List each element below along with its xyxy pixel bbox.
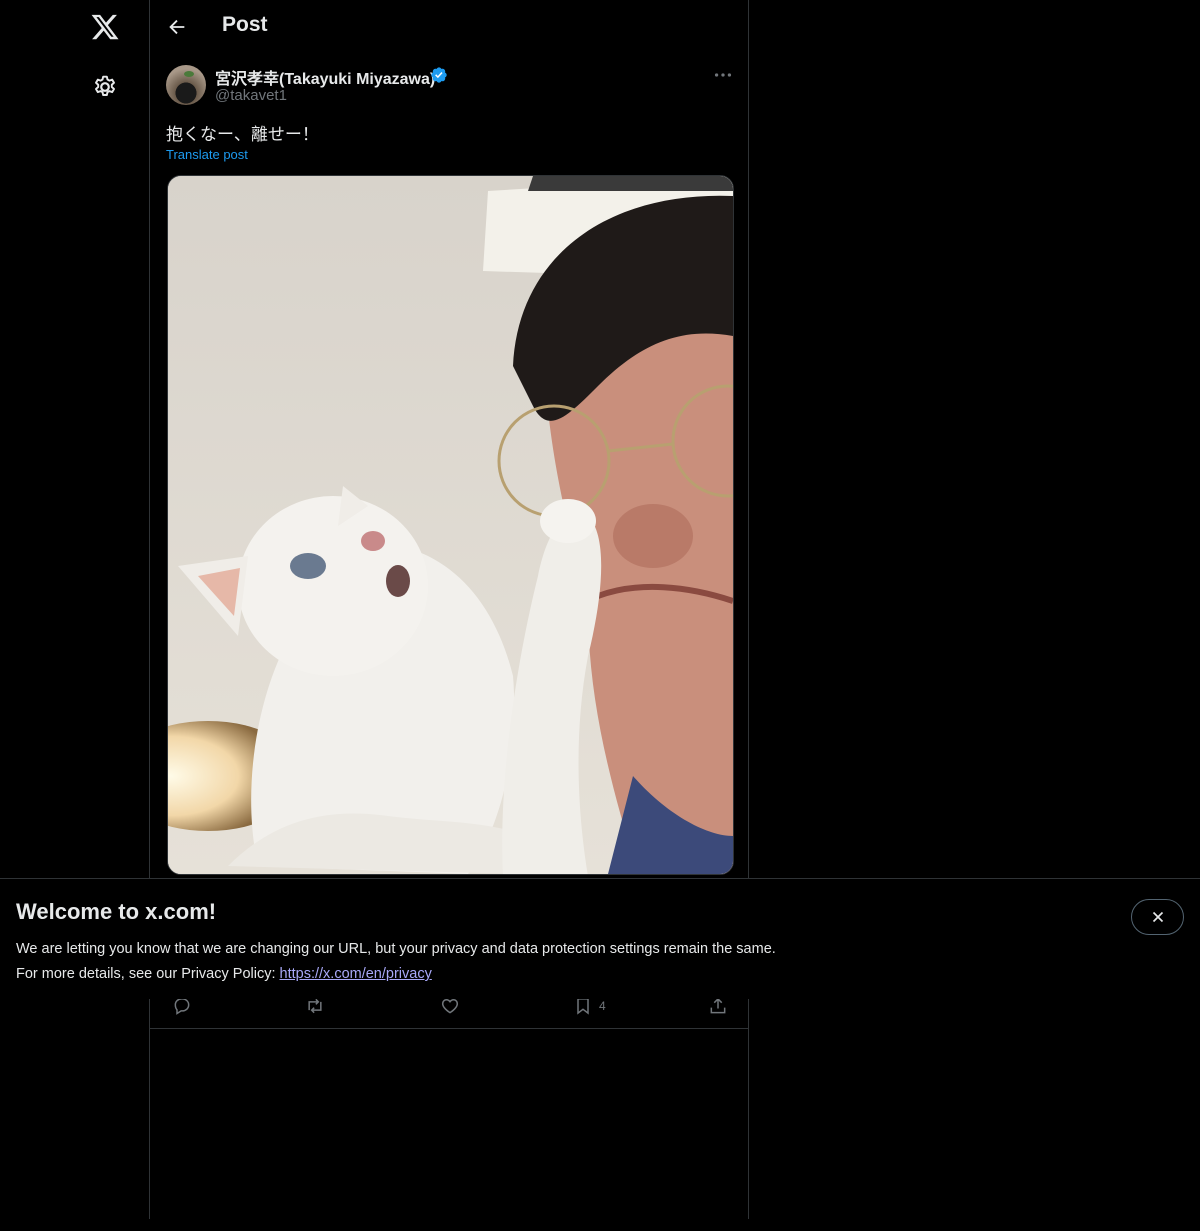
author-display-name[interactable]: 宮沢孝幸(Takayuki Miyazawa) [215,65,435,89]
translate-post-link[interactable]: Translate post [166,147,248,162]
banner-title: Welcome to x.com! [16,899,217,924]
main-column: Post 宮沢孝幸(Takayuki Miyazawa) @takavet1 抱… [149,0,749,1219]
left-nav [0,0,149,1231]
post-text: 抱くなー、離せー！ [166,125,319,144]
x-logo-icon[interactable] [90,12,120,42]
arrow-left-icon[interactable] [166,16,188,38]
photo-illustration [168,176,733,874]
page-title: Post [222,13,268,36]
close-icon [1152,911,1163,923]
welcome-banner: Welcome to x.com! We are letting you kno… [0,878,1200,999]
verified-badge-icon[interactable] [430,66,448,84]
bookmark-icon [577,998,589,1015]
privacy-policy-link[interactable]: https://x.com/en/privacy [280,966,432,982]
gear-icon[interactable] [92,74,118,100]
author-handle[interactable]: @takavet1 [215,87,287,104]
banner-text: We are letting you know that we are chan… [16,937,776,987]
close-button[interactable] [1131,899,1184,935]
banner-line-2: For more details, see our Privacy Policy… [16,962,776,987]
banner-line-1: We are letting you know that we are chan… [16,941,776,957]
post-photo[interactable] [167,175,734,875]
banner-line-2-prefix: For more details, see our Privacy Policy… [16,966,280,982]
avatar[interactable] [166,65,206,105]
ellipsis-icon[interactable] [712,64,734,86]
bookmark-count: 4 [599,999,606,1013]
page-header: Post [150,0,748,54]
